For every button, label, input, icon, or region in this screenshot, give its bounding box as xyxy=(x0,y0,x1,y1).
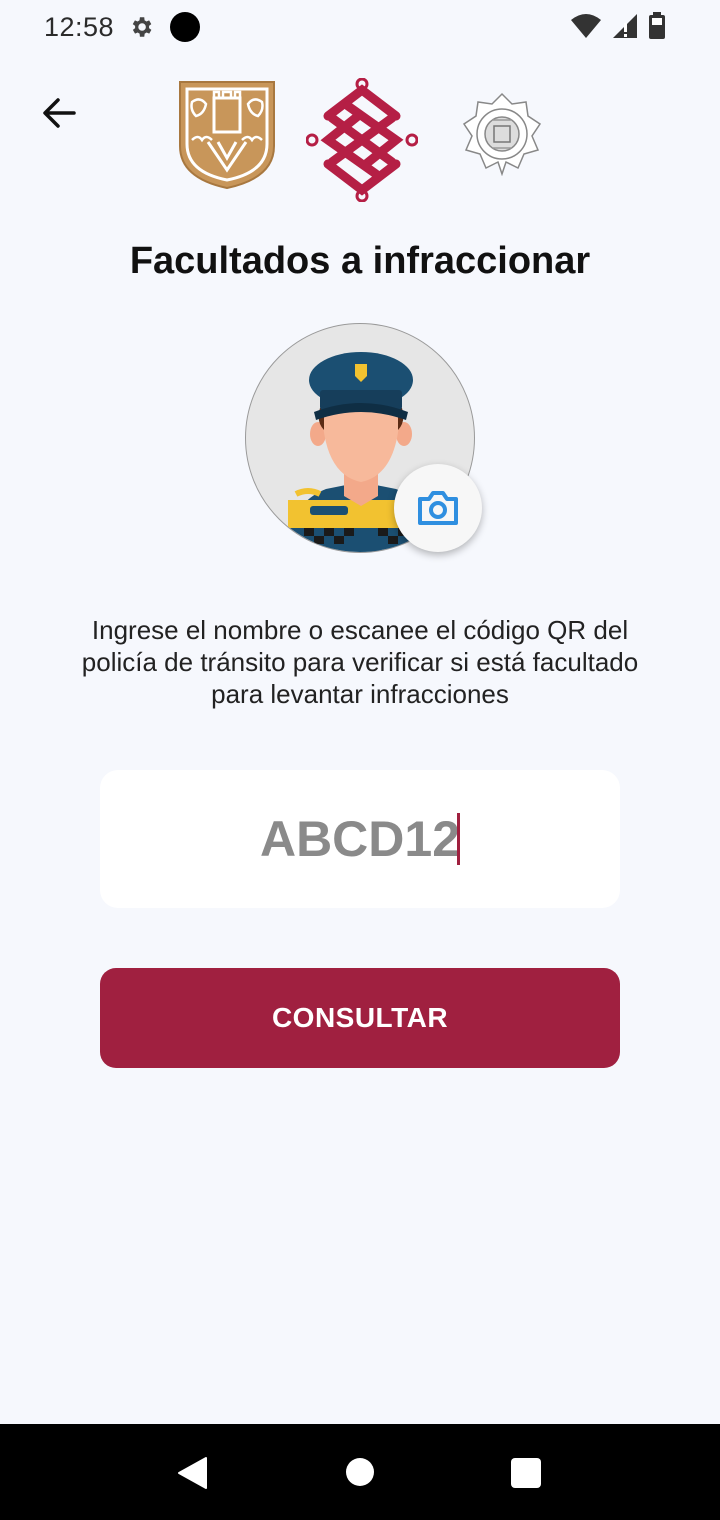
header-logos xyxy=(0,78,720,202)
avatar-container xyxy=(245,323,482,555)
recents-square-icon[interactable] xyxy=(511,1458,541,1488)
signal-icon xyxy=(613,14,637,38)
gear-icon xyxy=(132,17,152,37)
page-title: Facultados a infraccionar xyxy=(129,240,591,282)
wifi-icon xyxy=(571,14,601,38)
camera-button[interactable] xyxy=(394,464,482,552)
consult-button[interactable]: CONSULTAR xyxy=(100,968,620,1068)
cdmx-coat-of-arms xyxy=(179,81,275,190)
status-time: 12:58 xyxy=(44,11,115,42)
text-cursor xyxy=(457,813,460,865)
police-seal xyxy=(462,92,542,176)
camera-icon xyxy=(418,491,458,525)
cdmx-government-logo xyxy=(306,78,418,202)
status-icons xyxy=(570,12,666,40)
code-input-box[interactable] xyxy=(100,770,620,908)
home-circle-icon[interactable] xyxy=(346,1458,374,1486)
status-bar: 12:58 xyxy=(0,0,720,54)
instructions-text: Ingrese el nombre o escanee el código QR… xyxy=(81,615,639,709)
notification-dot-icon xyxy=(170,12,201,42)
system-nav-bar xyxy=(0,1424,720,1520)
code-input[interactable] xyxy=(100,810,620,868)
battery-icon xyxy=(649,12,665,39)
back-triangle-icon[interactable] xyxy=(176,1456,208,1490)
